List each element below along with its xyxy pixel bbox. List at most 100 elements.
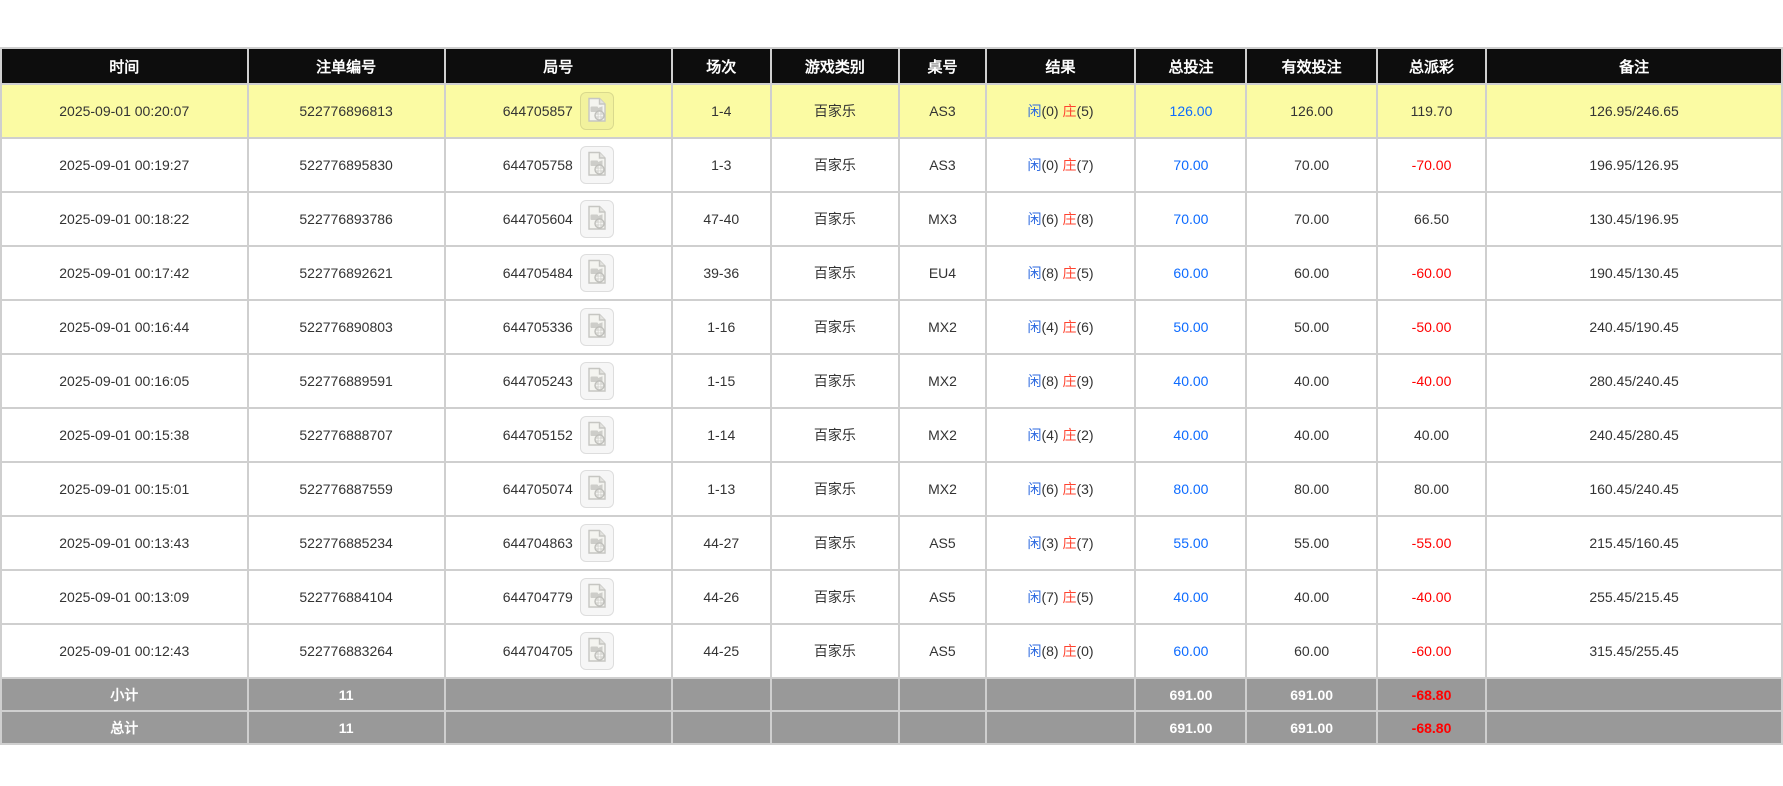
video-replay-button[interactable] <box>580 308 614 346</box>
summary-payout: -68.80 <box>1378 679 1485 710</box>
result-banker-score: (5) <box>1076 589 1093 605</box>
cell-payout: -40.00 <box>1378 571 1485 623</box>
cell-time: 2025-09-01 00:16:05 <box>2 355 247 407</box>
cell-bet-number: 522776883264 <box>249 625 444 677</box>
result-banker-score: (0) <box>1076 643 1093 659</box>
cell-remark: 255.45/215.45 <box>1487 571 1781 623</box>
cell-payout: 40.00 <box>1378 409 1485 461</box>
result-player-label: 闲 <box>1027 373 1041 389</box>
cell-remark: 196.95/126.95 <box>1487 139 1781 191</box>
video-replay-button[interactable] <box>580 416 614 454</box>
table-row[interactable]: 2025-09-01 00:18:22522776893786 644705604… <box>2 193 1781 245</box>
round-cell: 644704863 <box>450 524 667 562</box>
summary-total-bet: 691.00 <box>1136 679 1245 710</box>
result-banker-label: 庄 <box>1062 643 1076 659</box>
cell-total-bet: 70.00 <box>1136 193 1245 245</box>
cell-remark: 315.45/255.45 <box>1487 625 1781 677</box>
result-banker-label: 庄 <box>1062 535 1076 551</box>
table-header-row: 时间注单编号局号场次游戏类别桌号结果总投注有效投注总派彩备注 <box>2 49 1781 83</box>
video-replay-button[interactable] <box>580 578 614 616</box>
table-row[interactable]: 2025-09-01 00:15:38522776888707644705152… <box>2 409 1781 461</box>
summary-empty-cell <box>772 679 899 710</box>
video-file-icon <box>586 583 608 612</box>
table-row[interactable]: 2025-09-01 00:15:01522776887559644705074… <box>2 463 1781 515</box>
video-replay-button[interactable] <box>580 362 614 400</box>
cell-total-bet: 40.00 <box>1136 355 1245 407</box>
table-row[interactable]: 2025-09-01 00:17:42522776892621644705484… <box>2 247 1781 299</box>
video-replay-button[interactable] <box>580 524 614 562</box>
result-player-label: 闲 <box>1027 103 1041 119</box>
table-row[interactable]: 2025-09-01 00:16:05522776889591644705243… <box>2 355 1781 407</box>
bet-records-table-container: 时间注单编号局号场次游戏类别桌号结果总投注有效投注总派彩备注 2025-09-0… <box>0 47 1783 745</box>
column-header-remark: 备注 <box>1487 49 1781 83</box>
cell-session: 1-14 <box>673 409 770 461</box>
cell-payout: -60.00 <box>1378 625 1485 677</box>
cell-result: 闲(8) 庄(0) <box>987 625 1135 677</box>
cell-remark: 215.45/160.45 <box>1487 517 1781 569</box>
table-row[interactable]: 2025-09-01 00:13:43522776885234644704863… <box>2 517 1781 569</box>
video-replay-button[interactable] <box>580 470 614 508</box>
column-header-total_bet: 总投注 <box>1136 49 1245 83</box>
cell-payout: 80.00 <box>1378 463 1485 515</box>
summary-empty-cell <box>987 712 1135 743</box>
bet-records-table: 时间注单编号局号场次游戏类别桌号结果总投注有效投注总派彩备注 2025-09-0… <box>0 47 1783 745</box>
cell-round-number: 644705484 <box>446 247 671 299</box>
cell-total-bet: 80.00 <box>1136 463 1245 515</box>
cell-result: 闲(6) 庄(8) <box>987 193 1135 245</box>
table-row[interactable]: 2025-09-01 00:20:07522776896813644705857… <box>2 85 1781 137</box>
cell-bet-number: 522776893786 <box>249 193 444 245</box>
cell-valid-bet: 70.00 <box>1247 193 1375 245</box>
cell-payout: 66.50 <box>1378 193 1485 245</box>
cell-session: 1-4 <box>673 85 770 137</box>
summary-total-bet: 691.00 <box>1136 712 1245 743</box>
round-cell: 644705243 <box>450 362 667 400</box>
summary-count: 11 <box>249 712 444 743</box>
summary-row: 总计11691.00691.00-68.80 <box>2 712 1781 743</box>
video-replay-button[interactable] <box>580 632 614 670</box>
cell-session: 1-15 <box>673 355 770 407</box>
cell-time: 2025-09-01 00:18:22 <box>2 193 247 245</box>
result-player-label: 闲 <box>1027 589 1041 605</box>
summary-empty-cell <box>900 679 984 710</box>
cell-session: 47-40 <box>673 193 770 245</box>
video-file-icon <box>586 529 608 558</box>
cell-result: 闲(0) 庄(7) <box>987 139 1135 191</box>
video-replay-button[interactable] <box>580 146 614 184</box>
cell-result: 闲(4) 庄(6) <box>987 301 1135 353</box>
round-number-text: 644705758 <box>503 157 573 173</box>
cell-table-number: MX2 <box>900 301 984 353</box>
cell-valid-bet: 126.00 <box>1247 85 1375 137</box>
result-player-label: 闲 <box>1027 535 1041 551</box>
cell-payout: -70.00 <box>1378 139 1485 191</box>
cell-game-type: 百家乐 <box>772 247 899 299</box>
cell-game-type: 百家乐 <box>772 625 899 677</box>
table-row[interactable]: 2025-09-01 00:19:27522776895830644705758… <box>2 139 1781 191</box>
video-replay-button[interactable] <box>580 92 614 130</box>
table-row[interactable]: 2025-09-01 00:13:09522776884104644704779… <box>2 571 1781 623</box>
video-replay-button[interactable] <box>580 200 614 238</box>
cell-round-number: 644705152 <box>446 409 671 461</box>
cell-result: 闲(4) 庄(2) <box>987 409 1135 461</box>
round-number-text: 644705604 <box>503 211 573 227</box>
result-banker-score: (6) <box>1076 319 1093 335</box>
result-player-score: (0) <box>1041 103 1058 119</box>
summary-row: 小计11691.00691.00-68.80 <box>2 679 1781 710</box>
round-cell: 644705484 <box>450 254 667 292</box>
result-banker-score: (7) <box>1076 535 1093 551</box>
cell-bet-number: 522776887559 <box>249 463 444 515</box>
cell-time: 2025-09-01 00:20:07 <box>2 85 247 137</box>
cell-session: 1-16 <box>673 301 770 353</box>
result-player-score: (0) <box>1041 157 1058 173</box>
cell-total-bet: 126.00 <box>1136 85 1245 137</box>
table-row[interactable]: 2025-09-01 00:12:43522776883264644704705… <box>2 625 1781 677</box>
cell-total-bet: 70.00 <box>1136 139 1245 191</box>
summary-empty-cell <box>446 712 671 743</box>
table-row[interactable]: 2025-09-01 00:16:44522776890803644705336… <box>2 301 1781 353</box>
video-replay-button[interactable] <box>580 254 614 292</box>
result-banker-score: (3) <box>1076 481 1093 497</box>
round-cell: 644705336 <box>450 308 667 346</box>
video-file-icon <box>586 421 608 450</box>
cell-session: 44-27 <box>673 517 770 569</box>
column-header-valid_bet: 有效投注 <box>1247 49 1375 83</box>
video-file-icon <box>586 367 608 396</box>
